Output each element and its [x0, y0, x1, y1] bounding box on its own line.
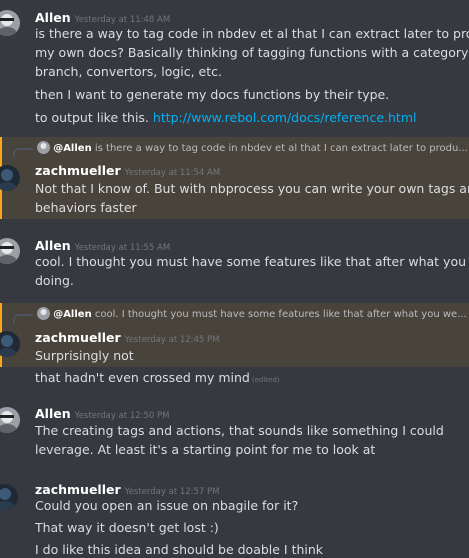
message-header: zachmueller Yesterday at 12:45 PM [35, 328, 220, 349]
reference-link[interactable]: http://www.rebol.com/docs/reference.html [153, 110, 417, 125]
reply-spine [13, 148, 33, 157]
username[interactable]: Allen [35, 238, 71, 253]
timestamp[interactable]: Yesterday at 12:57 PM [125, 487, 220, 497]
message-header: zachmueller Yesterday at 11:54 AM [35, 161, 220, 182]
message-text: branch, convertors, logic, etc. [35, 64, 222, 79]
reply-preview[interactable]: @Allen cool. I thought you must have som… [37, 307, 467, 322]
reply-text: cool. I thought you must have some featu… [94, 309, 467, 320]
message-text: that hadn't even crossed my mind (edited) [35, 369, 280, 389]
message-text: Not that I know of. But with nbprocess y… [35, 181, 469, 196]
timestamp[interactable]: Yesterday at 11:55 AM [75, 243, 171, 253]
followup-text: that hadn't even crossed my mind [35, 370, 250, 385]
username[interactable]: zachmueller [35, 163, 121, 178]
message-text: behaviors faster [35, 200, 137, 215]
message-text: leverage. At least it's a starting point… [35, 442, 376, 457]
message-text: is there a way to tag code in nbdev et a… [35, 26, 469, 41]
avatar[interactable] [0, 10, 20, 36]
message-text: Surprisingly not [35, 348, 134, 363]
message-group: Allen Yesterday at 11:55 AM cool. I thoug… [0, 228, 469, 294]
avatar[interactable] [0, 407, 20, 433]
message-text: The creating tags and actions, that soun… [35, 423, 444, 438]
edited-marker: (edited) [251, 376, 280, 384]
username[interactable]: Allen [35, 406, 71, 421]
message-text: I do like this idea and should be doable… [35, 542, 324, 557]
reply-avatar [37, 307, 50, 320]
chat-message-list: Allen Yesterday at 11:48 AM is there a wa… [0, 0, 469, 558]
avatar[interactable] [0, 484, 18, 510]
message-group-mention: @Allen is there a way to tag code in nbd… [0, 137, 469, 219]
message-text: Could you open an issue on nbagile for i… [35, 498, 299, 513]
timestamp[interactable]: Yesterday at 12:50 PM [75, 411, 170, 421]
avatar[interactable] [0, 331, 20, 357]
timestamp[interactable]: Yesterday at 11:54 AM [125, 168, 221, 178]
reply-preview[interactable]: @Allen is there a way to tag code in nbd… [37, 141, 468, 156]
message-group: zachmueller Yesterday at 12:57 PM Could y… [0, 473, 469, 558]
timestamp[interactable]: Yesterday at 11:48 AM [75, 15, 171, 25]
message-text: That way it doesn't get lost :) [35, 520, 219, 535]
reply-author[interactable]: @Allen [53, 143, 92, 154]
avatar[interactable] [0, 165, 20, 191]
message-text: to output like this. http://www.rebol.co… [35, 109, 416, 126]
message-text: my own docs? Basically thinking of taggi… [35, 45, 469, 60]
message-text: cool. I thought you must have some featu… [35, 254, 469, 269]
message-text: then I want to generate my docs function… [35, 87, 390, 102]
message-text: doing. [35, 273, 74, 288]
reply-avatar [37, 141, 50, 154]
message-group: Allen Yesterday at 12:50 PM The creating … [0, 397, 469, 463]
reply-spine [13, 314, 33, 323]
message-group-mention: @Allen cool. I thought you must have som… [0, 303, 469, 367]
username[interactable]: zachmueller [35, 330, 121, 345]
username[interactable]: zachmueller [35, 482, 121, 497]
message-group: Allen Yesterday at 11:48 AM is there a wa… [0, 0, 469, 130]
reply-author[interactable]: @Allen [53, 309, 92, 320]
avatar[interactable] [0, 238, 20, 264]
message-text-prefix: to output like this. [35, 110, 153, 125]
reply-text: is there a way to tag code in nbdev et a… [94, 143, 468, 154]
username[interactable]: Allen [35, 10, 71, 25]
timestamp[interactable]: Yesterday at 12:45 PM [125, 335, 220, 345]
